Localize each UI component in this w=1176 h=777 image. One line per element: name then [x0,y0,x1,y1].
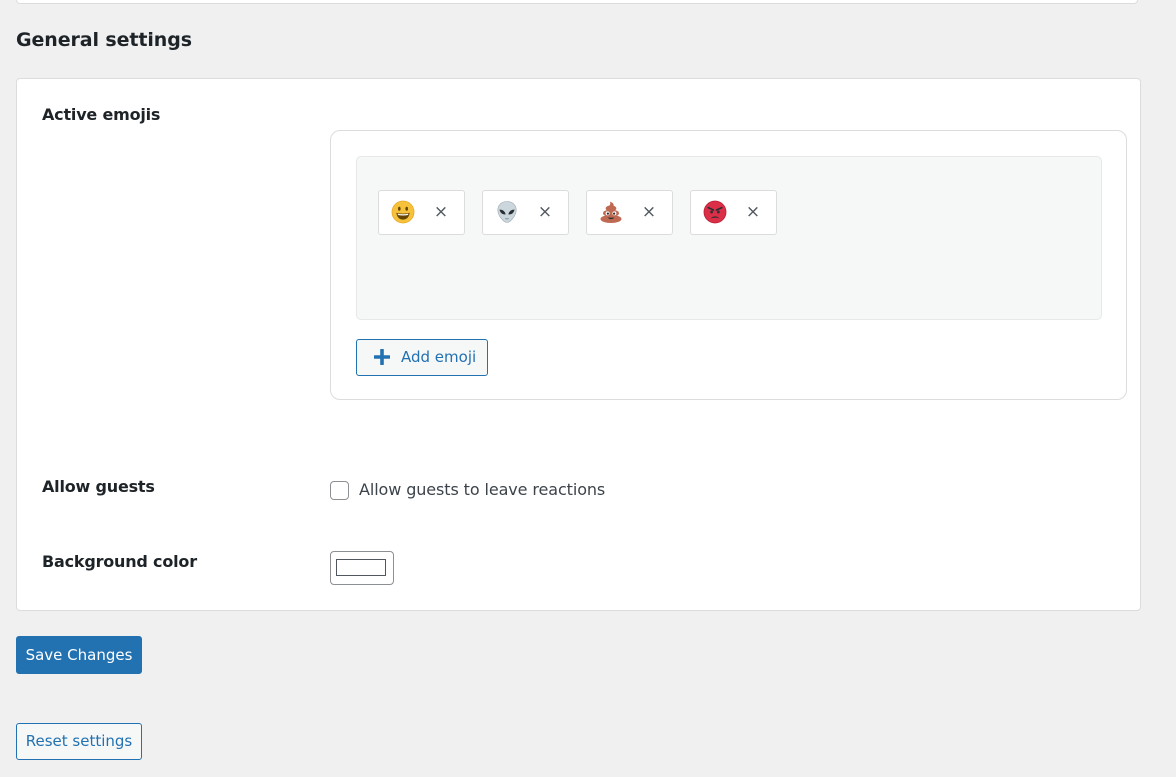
color-swatch [336,559,386,576]
pile-of-poo-icon [600,201,622,223]
allow-guests-checkbox-label[interactable]: Allow guests to leave reactions [359,480,605,499]
remove-emoji-button[interactable]: × [433,202,449,222]
previous-settings-card [16,0,1138,4]
emoji-panel: × × × × Add emoji [330,130,1127,400]
active-emoji-list: × × × × [356,156,1102,320]
remove-emoji-button[interactable]: × [641,202,657,222]
allow-guests-checkbox[interactable] [330,481,349,500]
add-emoji-button[interactable]: Add emoji [356,339,488,376]
emoji-chip: × [690,190,777,235]
plus-icon [374,349,390,365]
alien-icon [497,201,517,223]
general-settings-card: Active emojis × × × × Add emoji Allow gu… [16,78,1141,611]
remove-emoji-button[interactable]: × [745,202,761,222]
angry-face-icon [703,200,727,224]
allow-guests-label: Allow guests [42,477,155,496]
add-emoji-label: Add emoji [401,348,477,366]
background-color-picker[interactable] [330,551,394,585]
reset-settings-button[interactable]: Reset settings [16,723,142,760]
emoji-chip: × [378,190,465,235]
emoji-chip: × [482,190,569,235]
grinning-face-icon [391,200,415,224]
active-emojis-label: Active emojis [42,105,161,124]
emoji-chip: × [586,190,673,235]
background-color-label: Background color [42,552,197,571]
remove-emoji-button[interactable]: × [537,202,553,222]
save-changes-button[interactable]: Save Changes [16,636,142,674]
section-title: General settings [16,29,192,51]
